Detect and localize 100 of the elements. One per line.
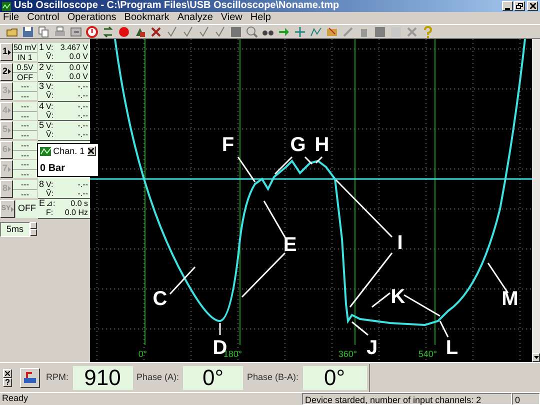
readout-value: -.-- — [76, 110, 88, 120]
channel-button[interactable]: 1 — [0, 43, 13, 61]
readout-value: -.-- — [76, 102, 88, 110]
stop-icon[interactable] — [86, 26, 98, 38]
question-icon — [5, 379, 10, 385]
scale-value: --- — [13, 102, 37, 112]
input-value: --- — [20, 131, 30, 140]
leader-line — [439, 320, 449, 338]
scroll-down-button[interactable] — [532, 353, 540, 362]
check-icon[interactable] — [214, 26, 226, 38]
readout-value: -.-- — [76, 130, 88, 139]
readout-label: V: — [46, 121, 54, 130]
menu-item[interactable]: Bookmark — [124, 12, 170, 24]
scroll-bar[interactable] — [532, 39, 540, 362]
meter-value: 910 — [72, 366, 132, 390]
minimize-button[interactable] — [502, 1, 513, 11]
readout-value: -.-- — [76, 188, 88, 198]
scale-value: --- — [13, 82, 37, 92]
square-icon[interactable] — [374, 26, 386, 38]
save-icon[interactable] — [22, 26, 34, 38]
leader-line — [274, 156, 293, 175]
cursor-icon[interactable] — [294, 26, 306, 38]
arrow-icon[interactable] — [278, 26, 290, 38]
triangle-icon — [8, 69, 10, 74]
callout-label: H — [314, 134, 330, 156]
close-panel-button[interactable] — [3, 368, 12, 378]
readout-label: Ṽ: — [46, 52, 55, 61]
scale-value: 0.5V — [13, 62, 37, 72]
menu-item[interactable]: File — [3, 12, 20, 24]
triangle-icon — [8, 50, 10, 54]
down-arrow-icon — [534, 356, 538, 359]
record-icon[interactable] — [118, 26, 130, 38]
restore-button[interactable] — [514, 1, 525, 11]
spin-up-button[interactable] — [30, 222, 37, 229]
open-folder-icon[interactable] — [6, 26, 18, 38]
zoom-icon[interactable] — [246, 26, 258, 38]
status-count: 0 — [512, 393, 540, 405]
leader-line — [237, 156, 256, 182]
print-icon[interactable] — [54, 26, 66, 38]
triangle-icon — [8, 108, 10, 113]
triangle-icon — [8, 147, 10, 152]
phase-tick-label: 0° — [138, 349, 147, 359]
meter-label: Phase (B-A): — [247, 370, 299, 384]
check-icon[interactable] — [182, 26, 194, 38]
triangle-icon — [8, 88, 10, 94]
close-button[interactable] — [86, 146, 96, 156]
tool-icon — [23, 372, 37, 384]
timebase-field[interactable]: 5ms — [0, 222, 30, 237]
readout-label: V: — [46, 62, 54, 72]
channel-index: 8 — [38, 180, 46, 190]
check-icon[interactable] — [166, 26, 178, 38]
close-button[interactable] — [527, 1, 538, 11]
channel-index: 2 — [38, 62, 46, 74]
menu-item[interactable]: View — [220, 12, 242, 24]
close-icon — [88, 148, 94, 154]
channel-index: 3 — [38, 82, 46, 93]
callout-label: L — [446, 337, 458, 359]
readout-value: 0.0 V — [68, 52, 88, 61]
wave-icon[interactable] — [310, 26, 322, 38]
input-value: IN 1 — [16, 53, 34, 62]
callout-label: F — [222, 134, 234, 156]
callout-label: I — [397, 232, 403, 254]
channel-index: 5 — [38, 121, 46, 132]
square-icon[interactable] — [230, 26, 242, 38]
minimize-icon — [505, 8, 510, 10]
readout-label: V: — [46, 180, 54, 188]
leader-line — [335, 179, 393, 238]
arrows-icon[interactable] — [102, 26, 114, 38]
readout-label: V: — [46, 102, 54, 110]
close-icon — [530, 3, 536, 9]
tooltip-title: Chan. 1 — [53, 144, 85, 158]
device-status: Device starded, number of input channels: 2 — [302, 393, 512, 405]
triangle-icon — [8, 128, 10, 132]
meter-label: Phase (A): — [136, 370, 180, 384]
readout-value: 0.0 Hz — [64, 208, 88, 217]
readout-label: V: — [46, 82, 54, 91]
readout-value: -.-- — [76, 91, 88, 100]
channel-button[interactable]: 2 — [0, 62, 13, 80]
readout-label: Ṽ: — [46, 91, 55, 100]
menu-item[interactable]: Control — [27, 12, 60, 24]
settings-button[interactable] — [20, 368, 40, 388]
leader-line — [304, 156, 313, 165]
phase-tick-label: 360° — [338, 349, 357, 359]
readout-label: F: — [46, 208, 54, 217]
callout-label: J — [366, 337, 378, 359]
input-value: OFF — [16, 72, 34, 82]
menu-item[interactable]: Operations — [67, 12, 116, 24]
readout-label: Ṽ: — [46, 130, 55, 139]
readout-label: Ṽ: — [46, 110, 55, 120]
scale-value: 50 mV — [13, 43, 37, 53]
leader-line — [352, 321, 368, 336]
meter-value: 0° — [183, 366, 244, 390]
readout-label: V: — [46, 43, 54, 52]
menu-item[interactable]: Analyze — [177, 12, 213, 24]
copy-icon[interactable] — [38, 26, 50, 38]
menu-item[interactable]: Help — [250, 12, 271, 24]
spin-down-button[interactable] — [30, 229, 37, 236]
readout-value: 0.0 s — [70, 199, 88, 208]
check-icon[interactable] — [198, 26, 210, 38]
restore-icon — [516, 3, 523, 9]
